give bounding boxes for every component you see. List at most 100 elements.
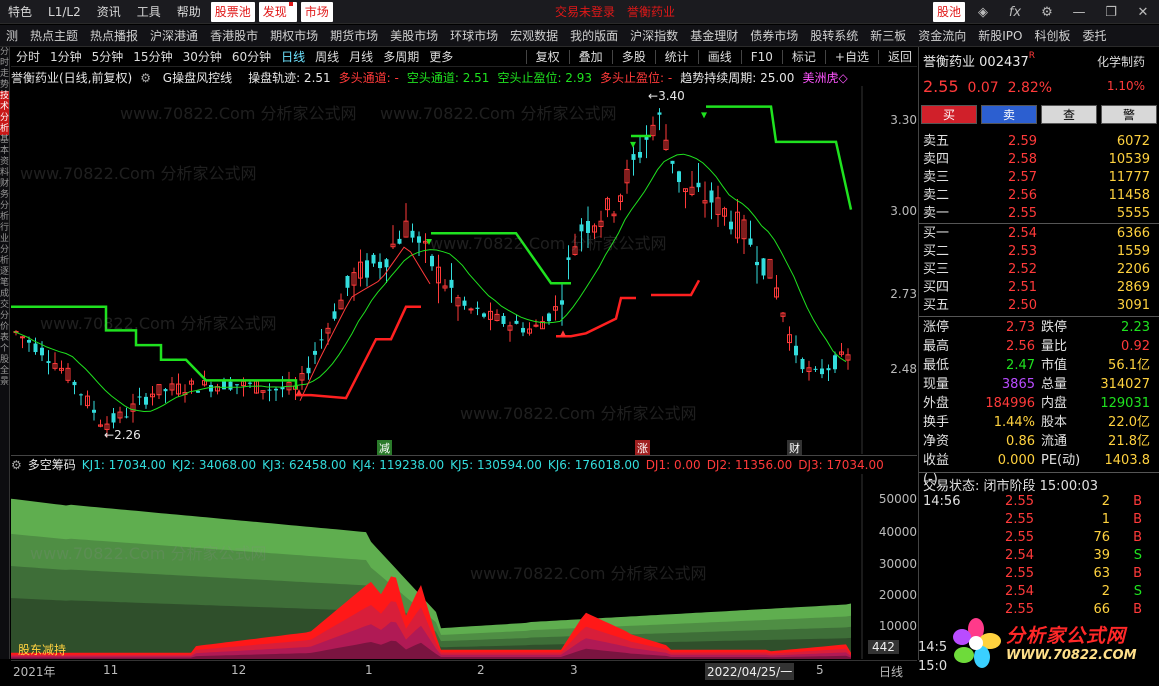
- fx-icon[interactable]: fx: [999, 5, 1031, 20]
- left-tab-char[interactable]: 价: [0, 322, 9, 333]
- tick-list[interactable]: 14:56 2.55 2 B 2.55 1 B 2.55 76 B 2.54 39 S 2.55 63 B 2.…: [919, 493, 1159, 619]
- menu-item-tese[interactable]: 特色: [0, 0, 40, 24]
- menu-item-news[interactable]: 资讯: [89, 0, 129, 24]
- menu-item-tools[interactable]: 工具: [129, 0, 169, 24]
- nav-item[interactable]: 基金理财: [684, 25, 744, 46]
- left-tab-char[interactable]: 分: [0, 245, 9, 256]
- left-tab-char[interactable]: 基: [0, 135, 9, 146]
- sell-button[interactable]: 卖: [981, 105, 1037, 124]
- orderbook-row[interactable]: 买二 2.53 1559: [919, 243, 1159, 261]
- finance-marker[interactable]: 财: [787, 440, 802, 456]
- left-tab-char[interactable]: 析: [0, 256, 9, 267]
- nav-item[interactable]: 债券市场: [744, 25, 804, 46]
- nav-item[interactable]: 我的版面: [564, 25, 624, 46]
- left-tab-char[interactable]: 势: [0, 80, 9, 91]
- left-tab-char[interactable]: 交: [0, 300, 9, 311]
- orderbook-row[interactable]: 卖一 2.55 5555: [919, 205, 1159, 223]
- close-icon[interactable]: ✕: [1127, 5, 1159, 20]
- left-tab-char[interactable]: 料: [0, 168, 9, 179]
- nav-item[interactable]: 测: [0, 25, 24, 46]
- industry-label[interactable]: 化学制药: [1097, 53, 1145, 70]
- minimize-icon[interactable]: —: [1063, 5, 1095, 20]
- nav-item[interactable]: 宏观数据: [504, 25, 564, 46]
- toolbar-button[interactable]: 复权: [531, 48, 565, 65]
- layers-icon[interactable]: ◈: [967, 5, 999, 20]
- left-tab-char[interactable]: 逐: [0, 267, 9, 278]
- period-tab[interactable]: 15分钟: [128, 48, 177, 65]
- orderbook-row[interactable]: 买四 2.51 2869: [919, 279, 1159, 297]
- nav-item[interactable]: 环球市场: [444, 25, 504, 46]
- toolbar-button[interactable]: 返回: [883, 48, 917, 65]
- period-tab[interactable]: 1分钟: [45, 48, 87, 65]
- period-tab[interactable]: 60分钟: [227, 48, 276, 65]
- indicator-title[interactable]: 多空筹码: [28, 456, 76, 473]
- nav-item[interactable]: 期权市场: [264, 25, 324, 46]
- left-tab-char[interactable]: 个: [0, 344, 9, 355]
- orderbook-row[interactable]: 买三 2.52 2206: [919, 261, 1159, 279]
- indicator-gear-icon[interactable]: ⚙: [11, 458, 22, 472]
- period-tab[interactable]: 30分钟: [178, 48, 227, 65]
- period-tab[interactable]: 月线: [344, 48, 378, 65]
- chip-distribution-chart[interactable]: [11, 474, 917, 659]
- period-tab[interactable]: 日线: [276, 48, 310, 65]
- toolbar-button[interactable]: F10: [746, 50, 778, 64]
- nav-item[interactable]: 美股市场: [384, 25, 444, 46]
- left-tab-char[interactable]: 成: [0, 289, 9, 300]
- left-tab-char[interactable]: 技: [0, 91, 9, 102]
- left-tab-char[interactable]: 景: [0, 377, 9, 388]
- left-tab-char[interactable]: 分: [0, 47, 9, 58]
- left-tab-char[interactable]: 时: [0, 58, 9, 69]
- orderbook-row[interactable]: 卖三 2.57 11777: [919, 169, 1159, 187]
- left-tab-char[interactable]: 行: [0, 223, 9, 234]
- nav-item[interactable]: 香港股市: [204, 25, 264, 46]
- nav-item[interactable]: 期货市场: [324, 25, 384, 46]
- left-tab-char[interactable]: 本: [0, 146, 9, 157]
- toolbar-button[interactable]: 标记: [787, 48, 821, 65]
- period-tab[interactable]: 多周期: [378, 48, 424, 65]
- left-tab-char[interactable]: 分: [0, 311, 9, 322]
- nav-item[interactable]: 新三板: [864, 25, 912, 46]
- left-tab-char[interactable]: 资: [0, 157, 9, 168]
- nav-item[interactable]: 科创板: [1029, 25, 1077, 46]
- nav-item[interactable]: 热点主题: [24, 25, 84, 46]
- buy-button[interactable]: 买: [921, 105, 977, 124]
- orderbook-row[interactable]: 卖五 2.59 6072: [919, 133, 1159, 151]
- orderbook-row[interactable]: 卖四 2.58 10539: [919, 151, 1159, 169]
- query-button[interactable]: 查: [1041, 105, 1097, 124]
- nav-item[interactable]: 委托: [1077, 25, 1113, 46]
- left-tab-char[interactable]: 务: [0, 190, 9, 201]
- toolbar-button[interactable]: 多股: [617, 48, 651, 65]
- candlestick-chart[interactable]: [11, 86, 917, 454]
- nav-item[interactable]: 沪深港通: [144, 25, 204, 46]
- alert-button[interactable]: 警: [1101, 105, 1157, 124]
- orderbook-row[interactable]: 卖二 2.56 11458: [919, 187, 1159, 205]
- left-tab-char[interactable]: 分: [0, 201, 9, 212]
- left-tab-char[interactable]: 表: [0, 333, 9, 344]
- nav-item[interactable]: 资金流向: [912, 25, 972, 46]
- menu-item-help[interactable]: 帮助: [169, 0, 209, 24]
- left-tab-char[interactable]: 全: [0, 366, 9, 377]
- indicator-selector[interactable]: ⚙ G操盘风控线: [140, 69, 240, 86]
- toolbar-button[interactable]: +自选: [830, 48, 874, 65]
- toolbar-button[interactable]: 叠加: [574, 48, 608, 65]
- left-tab-char[interactable]: 笔: [0, 278, 9, 289]
- left-tab-char[interactable]: 析: [0, 212, 9, 223]
- stock-pool-short-button[interactable]: 股池: [932, 2, 965, 22]
- left-tab-char[interactable]: 析: [0, 124, 9, 135]
- left-tab-char[interactable]: 业: [0, 234, 9, 245]
- nav-item[interactable]: 新股IPO: [972, 25, 1028, 46]
- nav-item[interactable]: 热点播报: [84, 25, 144, 46]
- market-button[interactable]: 市场: [300, 1, 333, 22]
- reduce-marker[interactable]: 减: [377, 440, 392, 456]
- left-tab-char[interactable]: 分: [0, 113, 9, 124]
- toolbar-button[interactable]: 画线: [703, 48, 737, 65]
- period-tab[interactable]: 更多: [424, 48, 458, 65]
- left-tab-strip[interactable]: 分时走势技术分析基本资料财务分析行业分析逐笔成交分价表个股全景: [0, 47, 10, 659]
- left-tab-char[interactable]: 财: [0, 179, 9, 190]
- nav-item[interactable]: 沪深指数: [624, 25, 684, 46]
- rise-marker[interactable]: 涨: [635, 440, 650, 456]
- menu-item-l1l2[interactable]: L1/L2: [40, 0, 89, 24]
- discover-button[interactable]: 发现: [258, 1, 297, 22]
- left-tab-char[interactable]: 走: [0, 69, 9, 80]
- toolbar-button[interactable]: 统计: [660, 48, 694, 65]
